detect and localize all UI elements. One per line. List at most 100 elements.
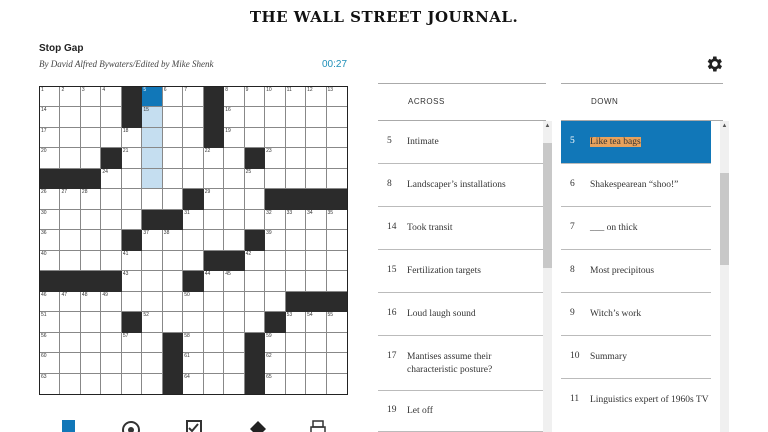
grid-cell[interactable] bbox=[244, 127, 266, 149]
grid-cell[interactable]: 2 bbox=[60, 87, 81, 108]
gear-icon[interactable] bbox=[704, 54, 724, 74]
grid-cell[interactable] bbox=[326, 271, 347, 292]
grid-cell[interactable]: 28 bbox=[80, 189, 102, 210]
grid-cell[interactable] bbox=[101, 107, 122, 128]
grid-cell[interactable]: 10 bbox=[265, 87, 286, 108]
grid-cell[interactable] bbox=[306, 250, 327, 272]
grid-cell[interactable] bbox=[80, 332, 102, 354]
grid-cell[interactable]: 43 bbox=[121, 271, 143, 292]
grid-cell[interactable]: 46 bbox=[40, 291, 61, 313]
grid-cell[interactable] bbox=[142, 332, 163, 354]
grid-cell[interactable]: 4 bbox=[101, 87, 122, 108]
grid-cell[interactable]: 5 bbox=[142, 87, 163, 108]
grid-cell[interactable] bbox=[285, 271, 307, 292]
grid-cell[interactable]: 22 bbox=[203, 148, 225, 169]
grid-cell[interactable] bbox=[142, 250, 163, 272]
grid-cell[interactable] bbox=[203, 230, 225, 251]
grid-cell[interactable] bbox=[162, 107, 184, 128]
grid-cell[interactable] bbox=[60, 107, 81, 128]
grid-cell[interactable]: 63 bbox=[40, 373, 61, 394]
grid-cell[interactable] bbox=[162, 291, 184, 313]
grid-cell[interactable] bbox=[285, 332, 307, 354]
grid-cell[interactable]: 20 bbox=[40, 148, 61, 169]
grid-cell[interactable]: 1 bbox=[40, 87, 61, 108]
scroll-up-arrow-icon[interactable]: ▲ bbox=[543, 123, 552, 129]
across-clue[interactable]: 19 Let off bbox=[378, 391, 543, 432]
grid-cell[interactable]: 39 bbox=[265, 230, 286, 251]
grid-cell[interactable]: 35 bbox=[326, 210, 347, 231]
grid-cell[interactable] bbox=[121, 353, 143, 374]
grid-cell[interactable] bbox=[306, 271, 327, 292]
grid-cell[interactable] bbox=[101, 373, 122, 394]
grid-cell[interactable]: 13 bbox=[326, 87, 347, 108]
grid-cell[interactable] bbox=[80, 312, 102, 333]
grid-cell[interactable] bbox=[80, 127, 102, 149]
grid-cell[interactable] bbox=[224, 230, 245, 251]
down-clue-list[interactable]: 5 Like tea bags 6 Shakespearean “shoo!” 7 ___… bbox=[561, 121, 711, 432]
across-clue[interactable]: 15 Fertilization targets bbox=[378, 250, 543, 293]
grid-cell[interactable]: 60 bbox=[40, 353, 61, 374]
grid-cell[interactable] bbox=[265, 127, 286, 149]
grid-cell[interactable] bbox=[306, 168, 327, 190]
grid-cell[interactable]: 52 bbox=[142, 312, 163, 333]
grid-cell[interactable] bbox=[60, 312, 81, 333]
grid-cell[interactable] bbox=[204, 373, 225, 394]
grid-cell[interactable] bbox=[203, 332, 225, 354]
grid-cell[interactable]: 34 bbox=[306, 209, 327, 231]
grid-cell[interactable] bbox=[101, 353, 122, 374]
grid-cell[interactable] bbox=[60, 373, 81, 394]
grid-cell[interactable] bbox=[162, 250, 184, 272]
grid-cell[interactable] bbox=[265, 107, 286, 128]
grid-cell[interactable] bbox=[203, 353, 225, 374]
grid-cell[interactable] bbox=[162, 312, 184, 333]
grid-cell[interactable]: 16 bbox=[224, 107, 245, 128]
grid-cell[interactable] bbox=[224, 332, 245, 354]
grid-cell[interactable]: 6 bbox=[162, 87, 184, 108]
grid-cell[interactable]: 36 bbox=[40, 230, 61, 251]
grid-cell[interactable]: 59 bbox=[265, 332, 286, 354]
grid-cell[interactable] bbox=[326, 169, 347, 190]
grid-cell[interactable] bbox=[244, 291, 266, 313]
grid-cell[interactable] bbox=[224, 373, 245, 394]
grid-cell[interactable]: 55 bbox=[326, 312, 347, 333]
across-clue[interactable]: 5 Intimate bbox=[378, 121, 543, 164]
grid-cell[interactable] bbox=[121, 209, 143, 231]
grid-cell[interactable] bbox=[327, 374, 347, 394]
grid-cell[interactable]: 17 bbox=[40, 127, 61, 149]
grid-cell[interactable]: 41 bbox=[121, 250, 143, 272]
grid-cell[interactable] bbox=[285, 250, 307, 272]
grid-cell[interactable] bbox=[142, 127, 163, 149]
grid-cell[interactable]: 15 bbox=[142, 107, 163, 128]
grid-cell[interactable] bbox=[183, 148, 204, 169]
down-scrollbar[interactable]: ▲ bbox=[720, 121, 729, 432]
grid-cell[interactable] bbox=[244, 107, 266, 128]
grid-cell[interactable] bbox=[286, 373, 307, 394]
grid-cell[interactable]: 61 bbox=[183, 353, 204, 374]
grid-cell[interactable] bbox=[183, 312, 204, 333]
crossword-grid[interactable]: 1 2 3 4 5 6 7 8 9 10 11 12 13 14 15 16 17 18 19 20 21 22 23 24 2… bbox=[39, 86, 348, 395]
grid-cell[interactable] bbox=[162, 148, 184, 169]
across-clue[interactable]: 16 Loud laugh sound bbox=[378, 293, 543, 336]
grid-cell[interactable]: 40 bbox=[40, 250, 61, 272]
diamond-icon[interactable] bbox=[249, 420, 267, 432]
grid-cell[interactable] bbox=[224, 209, 245, 231]
grid-cell[interactable] bbox=[203, 168, 225, 190]
grid-cell[interactable] bbox=[101, 250, 122, 272]
grid-cell[interactable] bbox=[101, 332, 122, 354]
grid-cell[interactable] bbox=[285, 353, 307, 374]
grid-cell[interactable] bbox=[162, 127, 184, 149]
grid-cell[interactable] bbox=[183, 230, 204, 251]
grid-cell[interactable] bbox=[60, 127, 81, 149]
grid-cell[interactable] bbox=[122, 373, 143, 394]
grid-cell[interactable] bbox=[183, 250, 204, 272]
grid-cell[interactable] bbox=[162, 271, 184, 292]
grid-cell[interactable] bbox=[142, 271, 163, 292]
down-clue[interactable]: 9 Witch’s work bbox=[561, 293, 711, 336]
grid-cell[interactable]: 33 bbox=[285, 209, 307, 231]
grid-cell[interactable] bbox=[142, 353, 163, 374]
grid-cell[interactable]: 37 bbox=[142, 230, 163, 251]
grid-cell[interactable]: 14 bbox=[40, 107, 61, 128]
grid-cell[interactable]: 65 bbox=[265, 373, 286, 394]
grid-cell[interactable] bbox=[326, 148, 347, 169]
grid-cell[interactable] bbox=[60, 209, 81, 231]
